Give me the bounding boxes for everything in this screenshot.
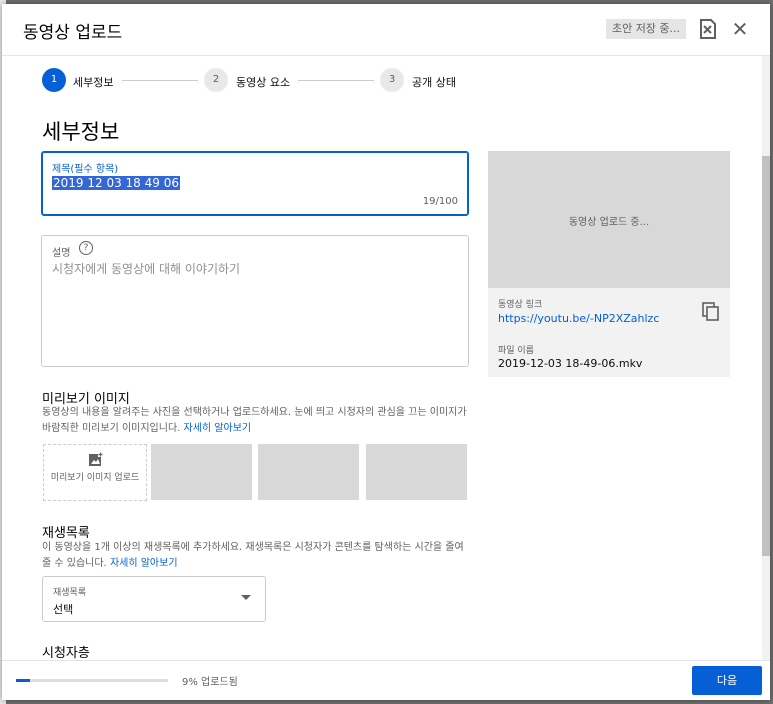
thumbnail-description: 동영상의 내용을 알려주는 사진을 선택하거나 업로드하세요. 눈에 띄고 시청… <box>42 405 470 437</box>
title-char-counter: 19/100 <box>422 196 458 207</box>
step-3-circle[interactable]: 3 <box>380 68 404 92</box>
step-1-circle[interactable]: 1 <box>42 68 66 92</box>
dialog-title: 동영상 업로드 <box>23 23 123 43</box>
scrollbar-thumb[interactable] <box>762 156 770 556</box>
feedback-icon[interactable] <box>699 18 717 40</box>
title-field[interactable]: 제목(필수 항목) 2019 12 03 18 49 06 19/100 <box>41 151 469 216</box>
upload-dialog: 동영상 업로드 초안 저장 중... ✕ 1 세부정보 2 동영상 요소 3 공… <box>2 4 770 700</box>
audience-heading: 시청자층 <box>42 646 90 661</box>
title-field-label: 제목(필수 항목) <box>52 164 119 175</box>
draft-status-badge: 초안 저장 중... <box>606 19 686 39</box>
step-connector <box>298 80 374 81</box>
thumbnail-learn-more-link[interactable]: 자세히 알아보기 <box>184 423 252 434</box>
upload-progress-fill <box>16 679 30 682</box>
thumbnail-option[interactable] <box>258 444 359 500</box>
description-input[interactable]: 시청자에게 동영상에 대해 이야기하기 <box>52 260 240 277</box>
playlist-description-text: 이 동영상을 1개 이상의 재생목록에 추가하세요. 재생목록은 시청자가 콘텐… <box>42 542 464 569</box>
scrollbar[interactable] <box>762 56 770 660</box>
video-link[interactable]: https://youtu.be/-NP2XZahlzc <box>498 312 659 325</box>
playlist-description: 이 동영상을 1개 이상의 재생목록에 추가하세요. 재생목록은 시청자가 콘텐… <box>42 540 470 572</box>
playlist-learn-more-link[interactable]: 자세히 알아보기 <box>110 558 178 569</box>
step-1-label[interactable]: 세부정보 <box>73 74 113 90</box>
help-icon[interactable]: ? <box>79 241 93 255</box>
upload-progress-bar <box>16 679 168 682</box>
thumbnail-option[interactable] <box>366 444 467 500</box>
video-preview: 동영상 업로드 중... <box>488 151 730 288</box>
copy-icon[interactable] <box>702 302 720 322</box>
close-icon[interactable]: ✕ <box>730 19 750 39</box>
dialog-header: 동영상 업로드 초안 저장 중... ✕ <box>2 4 770 56</box>
thumbnail-option[interactable] <box>151 444 252 500</box>
step-2-circle[interactable]: 2 <box>204 68 228 92</box>
details-heading: 세부정보 <box>42 120 120 144</box>
thumbnail-description-text: 동영상의 내용을 알려주는 사진을 선택하거나 업로드하세요. 눈에 띄고 시청… <box>42 407 467 434</box>
playlist-heading: 재생목록 <box>42 526 90 541</box>
playlist-select-value: 선택 <box>53 603 74 616</box>
step-2-label[interactable]: 동영상 요소 <box>236 74 290 90</box>
upload-status-text: 동영상 업로드 중... <box>568 217 650 228</box>
step-3-label[interactable]: 공개 상태 <box>412 74 456 90</box>
video-link-label: 동영상 링크 <box>498 300 543 310</box>
description-field[interactable]: 설명 ? 시청자에게 동영상에 대해 이야기하기 <box>41 235 469 367</box>
next-button[interactable]: 다음 <box>692 666 762 695</box>
description-field-label: 설명 <box>52 248 71 259</box>
upload-stepper: 1 세부정보 2 동영상 요소 3 공개 상태 <box>2 68 762 94</box>
title-input[interactable]: 2019 12 03 18 49 06 <box>52 176 180 190</box>
step-connector <box>122 80 198 81</box>
add-photo-icon <box>89 451 103 466</box>
dropdown-arrow-icon <box>241 595 251 600</box>
upload-progress-text: 9% 업로드됨 <box>182 677 238 688</box>
file-name-label: 파일 이름 <box>498 346 534 356</box>
thumbnail-upload-label: 미리보기 이미지 업로드 <box>50 473 140 483</box>
playlist-select-label: 재생목록 <box>53 588 87 598</box>
video-preview-card: 동영상 업로드 중... 동영상 링크 https://youtu.be/-NP… <box>488 151 730 377</box>
dialog-footer: 9% 업로드됨 다음 <box>2 660 770 700</box>
thumbnail-upload-button[interactable]: 미리보기 이미지 업로드 <box>43 444 147 501</box>
file-name: 2019-12-03 18-49-06.mkv <box>498 357 643 370</box>
playlist-select[interactable]: 재생목록 선택 <box>42 576 266 622</box>
